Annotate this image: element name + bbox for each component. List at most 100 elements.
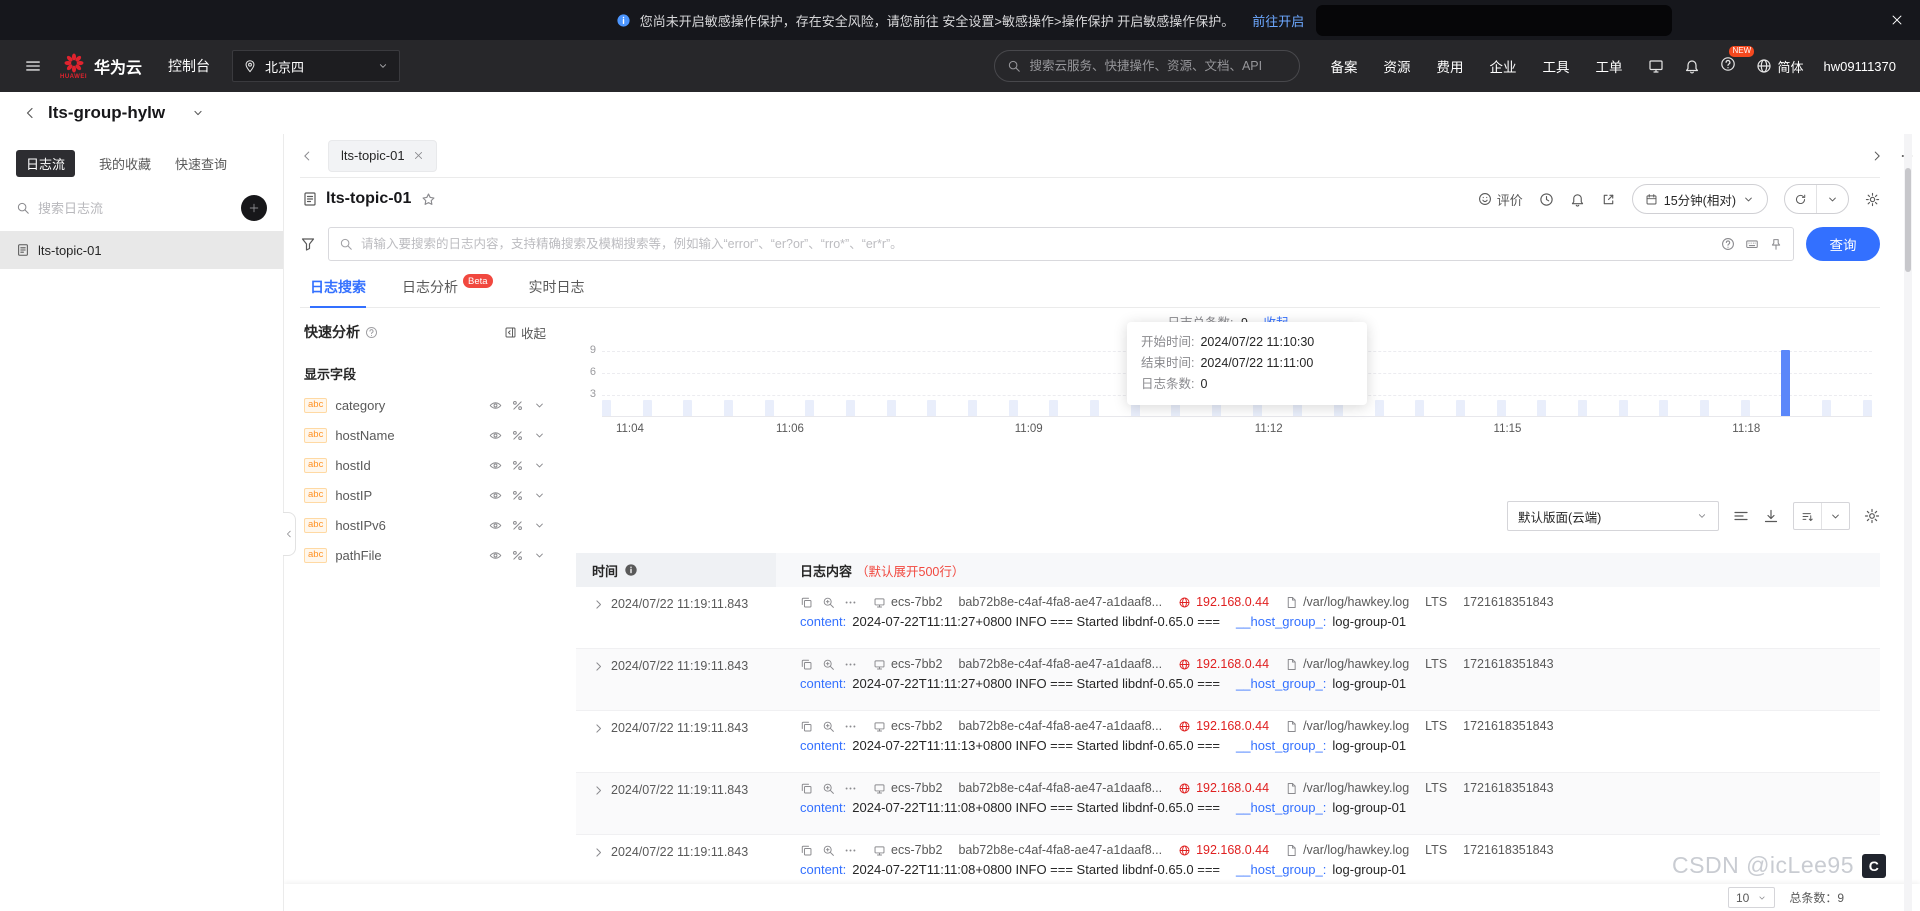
global-search[interactable] [994, 50, 1301, 82]
query-button[interactable]: 查询 [1806, 227, 1880, 261]
alarm-bell-icon[interactable] [1570, 192, 1585, 207]
top-values-icon[interactable] [511, 459, 524, 472]
help-icon[interactable] [1720, 56, 1736, 72]
chevron-down-icon[interactable] [533, 519, 546, 532]
nav-menu-item[interactable]: 工单 [1595, 56, 1622, 76]
refresh-button[interactable] [1785, 185, 1816, 213]
copy-icon[interactable] [800, 782, 813, 795]
quick-analysis-field[interactable]: abc category [304, 398, 546, 413]
chart-bar[interactable] [1740, 400, 1750, 416]
chart-bar[interactable] [683, 400, 693, 416]
chart-bar[interactable] [846, 400, 856, 416]
nav-menu-item[interactable]: 备案 [1330, 56, 1357, 76]
content-key[interactable]: content: [800, 800, 846, 815]
syntax-help-icon[interactable] [1721, 237, 1735, 251]
table-settings-icon[interactable] [1864, 508, 1880, 524]
sidebar-collapse-handle[interactable] [283, 512, 296, 556]
expand-row-icon[interactable] [592, 598, 605, 611]
more-icon[interactable] [844, 782, 857, 795]
filter-icon[interactable] [300, 236, 316, 252]
log-search-input[interactable] [361, 237, 1713, 251]
copy-icon[interactable] [800, 720, 813, 733]
chart-bar[interactable] [1537, 400, 1547, 416]
content-key[interactable]: content: [800, 614, 846, 629]
hamburger-menu-icon[interactable] [24, 57, 42, 75]
copy-icon[interactable] [800, 596, 813, 609]
log-search-box[interactable] [328, 227, 1794, 261]
top-values-icon[interactable] [511, 399, 524, 412]
download-icon[interactable] [1763, 508, 1779, 524]
chart-bar[interactable] [968, 400, 978, 416]
chart-bar[interactable] [1659, 400, 1669, 416]
notification-link[interactable]: 前往开启 [1252, 11, 1304, 30]
top-values-icon[interactable] [511, 489, 524, 502]
view-context-icon[interactable] [822, 782, 835, 795]
log-table-row[interactable]: 2024/07/22 11:19:11.843 ecs-7bb2 bab72b8e-… [576, 587, 1880, 649]
top-values-icon[interactable] [511, 429, 524, 442]
chart-bar[interactable] [764, 400, 774, 416]
visibility-toggle-icon[interactable] [489, 429, 502, 442]
content-key[interactable]: content: [800, 862, 846, 877]
tab-realtime-log[interactable]: 实时日志 [529, 277, 585, 307]
expand-row-icon[interactable] [592, 722, 605, 735]
more-icon[interactable] [844, 596, 857, 609]
quick-analysis-field[interactable]: abc hostIP [304, 488, 546, 503]
notification-bell-icon[interactable] [1684, 58, 1700, 74]
chevron-down-icon[interactable] [533, 549, 546, 562]
expand-row-icon[interactable] [592, 846, 605, 859]
copy-icon[interactable] [800, 844, 813, 857]
view-context-icon[interactable] [822, 596, 835, 609]
layout-select[interactable]: 默认版面(云端) [1507, 501, 1719, 531]
keyboard-icon[interactable] [1745, 237, 1759, 251]
group-key[interactable]: __host_group_: [1236, 676, 1326, 691]
sort-dropdown[interactable] [1821, 503, 1849, 529]
global-search-input[interactable] [1029, 59, 1288, 73]
visibility-toggle-icon[interactable] [489, 459, 502, 472]
quick-analysis-field[interactable]: abc hostId [304, 458, 546, 473]
top-values-icon[interactable] [511, 549, 524, 562]
top-values-icon[interactable] [511, 519, 524, 532]
view-context-icon[interactable] [822, 658, 835, 671]
chevron-down-icon[interactable] [533, 399, 546, 412]
group-key[interactable]: __host_group_: [1236, 738, 1326, 753]
chart-bar[interactable] [1415, 400, 1425, 416]
chevron-down-icon[interactable] [533, 429, 546, 442]
tab-quick-search[interactable]: 快速查询 [175, 154, 227, 173]
view-context-icon[interactable] [822, 720, 835, 733]
open-in-new-icon[interactable] [1601, 192, 1616, 207]
chart-bar[interactable] [927, 400, 937, 416]
group-key[interactable]: __host_group_: [1236, 800, 1326, 815]
chart-bar[interactable] [1456, 400, 1466, 416]
chart-bar[interactable] [1496, 400, 1506, 416]
stream-search-input[interactable] [38, 200, 233, 216]
chart-bar[interactable] [1374, 400, 1384, 416]
history-icon[interactable] [1539, 192, 1554, 207]
nav-menu-item[interactable]: 资源 [1383, 56, 1410, 76]
tab-scroll-left-icon[interactable] [300, 149, 314, 163]
region-selector[interactable]: 北京四 [232, 50, 401, 82]
copy-icon[interactable] [800, 658, 813, 671]
expand-row-icon[interactable] [592, 660, 605, 673]
chart-bar[interactable] [886, 400, 896, 416]
quick-analysis-field[interactable]: abc pathFile [304, 548, 546, 563]
page-size-select[interactable]: 10 [1727, 887, 1776, 908]
quick-analysis-field[interactable]: abc hostIPv6 [304, 518, 546, 533]
chart-bar[interactable] [602, 400, 611, 416]
info-icon[interactable] [624, 563, 638, 577]
visibility-toggle-icon[interactable] [489, 489, 502, 502]
expand-row-icon[interactable] [592, 784, 605, 797]
nav-menu-item[interactable]: 工具 [1542, 56, 1569, 76]
sort-button[interactable] [1794, 503, 1821, 529]
tab-log-analysis[interactable]: 日志分析 Beta [402, 274, 493, 307]
chart-bar[interactable] [1578, 400, 1588, 416]
chart-bar[interactable] [1618, 400, 1628, 416]
chart-bar[interactable] [1781, 350, 1791, 416]
chart-bar[interactable] [1090, 400, 1100, 416]
visibility-toggle-icon[interactable] [489, 549, 502, 562]
settings-gear-icon[interactable] [1865, 192, 1880, 207]
content-key[interactable]: content: [800, 738, 846, 753]
refresh-dropdown[interactable] [1816, 185, 1848, 213]
log-table-row[interactable]: 2024/07/22 11:19:11.843 ecs-7bb2 bab72b8e-… [576, 649, 1880, 711]
chart-bar[interactable] [805, 400, 815, 416]
nav-menu-item[interactable]: 企业 [1489, 56, 1516, 76]
